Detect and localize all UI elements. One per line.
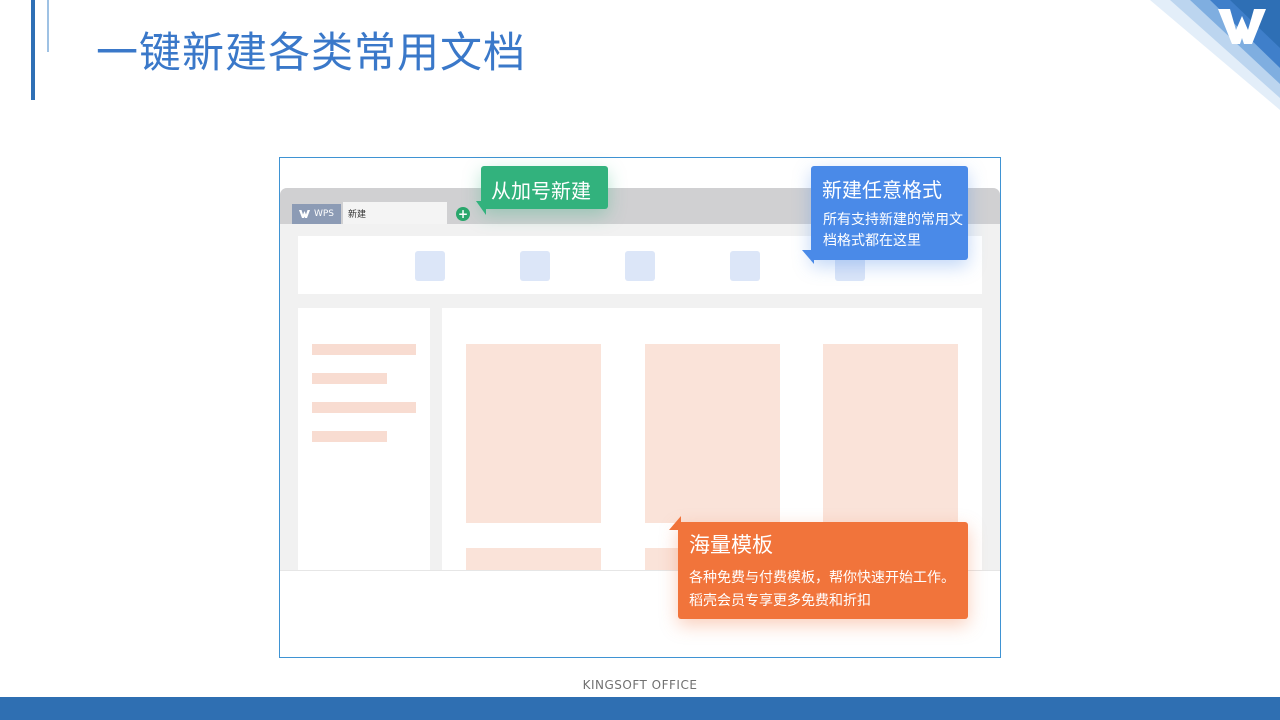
format-icon[interactable] xyxy=(520,251,550,281)
template-card[interactable] xyxy=(466,344,601,523)
footer-bar xyxy=(0,697,1280,720)
wps-tab-label: WPS xyxy=(313,209,335,219)
slide-title: 一键新建各类常用文档 xyxy=(96,28,527,77)
template-card[interactable] xyxy=(466,548,601,570)
left-accent-bar xyxy=(31,0,35,100)
formats-callout-title: 新建任意格式 xyxy=(822,178,942,202)
new-doc-tab[interactable]: 新建 xyxy=(343,202,447,224)
sidebar-item-placeholder[interactable] xyxy=(312,402,416,413)
formats-callout-desc: 所有支持新建的常用文档格式都在这里 xyxy=(823,212,963,249)
sidebar-item-placeholder[interactable] xyxy=(312,344,416,355)
wps-home-tab[interactable]: WPS xyxy=(292,204,341,224)
templates-callout-title: 海量模板 xyxy=(689,533,773,557)
formats-callout: 新建任意格式 所有支持新建的常用文档格式都在这里 xyxy=(811,166,968,260)
wps-icon xyxy=(298,210,310,218)
plus-callout-tail xyxy=(476,201,486,215)
sidebar xyxy=(298,308,430,570)
plus-circle-icon[interactable]: + xyxy=(456,207,470,221)
plus-callout-title: 从加号新建 xyxy=(491,179,591,203)
sidebar-item-placeholder[interactable] xyxy=(312,431,387,442)
formats-callout-tail xyxy=(802,250,814,264)
format-icon[interactable] xyxy=(625,251,655,281)
wps-logo-icon xyxy=(1150,0,1280,110)
template-card[interactable] xyxy=(645,344,780,523)
templates-callout-desc: 各种免费与付费模板，帮你快速开始工作。稻壳会员专享更多免费和折扣 xyxy=(689,570,955,609)
plus-callout: 从加号新建 xyxy=(481,166,608,209)
footer-brand: KINGSOFT OFFICE xyxy=(582,678,698,692)
sidebar-item-placeholder[interactable] xyxy=(312,373,387,384)
format-icon[interactable] xyxy=(415,251,445,281)
screenshot-frame: WPS 新建 + 从加号新建 新建任意格式 所有支持新建的常用文档格式都在这里 … xyxy=(279,157,1001,658)
new-doc-tab-label: 新建 xyxy=(348,209,367,220)
templates-callout: 海量模板 各种免费与付费模板，帮你快速开始工作。稻壳会员专享更多免费和折扣 xyxy=(678,522,968,619)
left-accent-thin-bar xyxy=(47,0,49,52)
format-icon[interactable] xyxy=(730,251,760,281)
template-card[interactable] xyxy=(823,344,958,523)
